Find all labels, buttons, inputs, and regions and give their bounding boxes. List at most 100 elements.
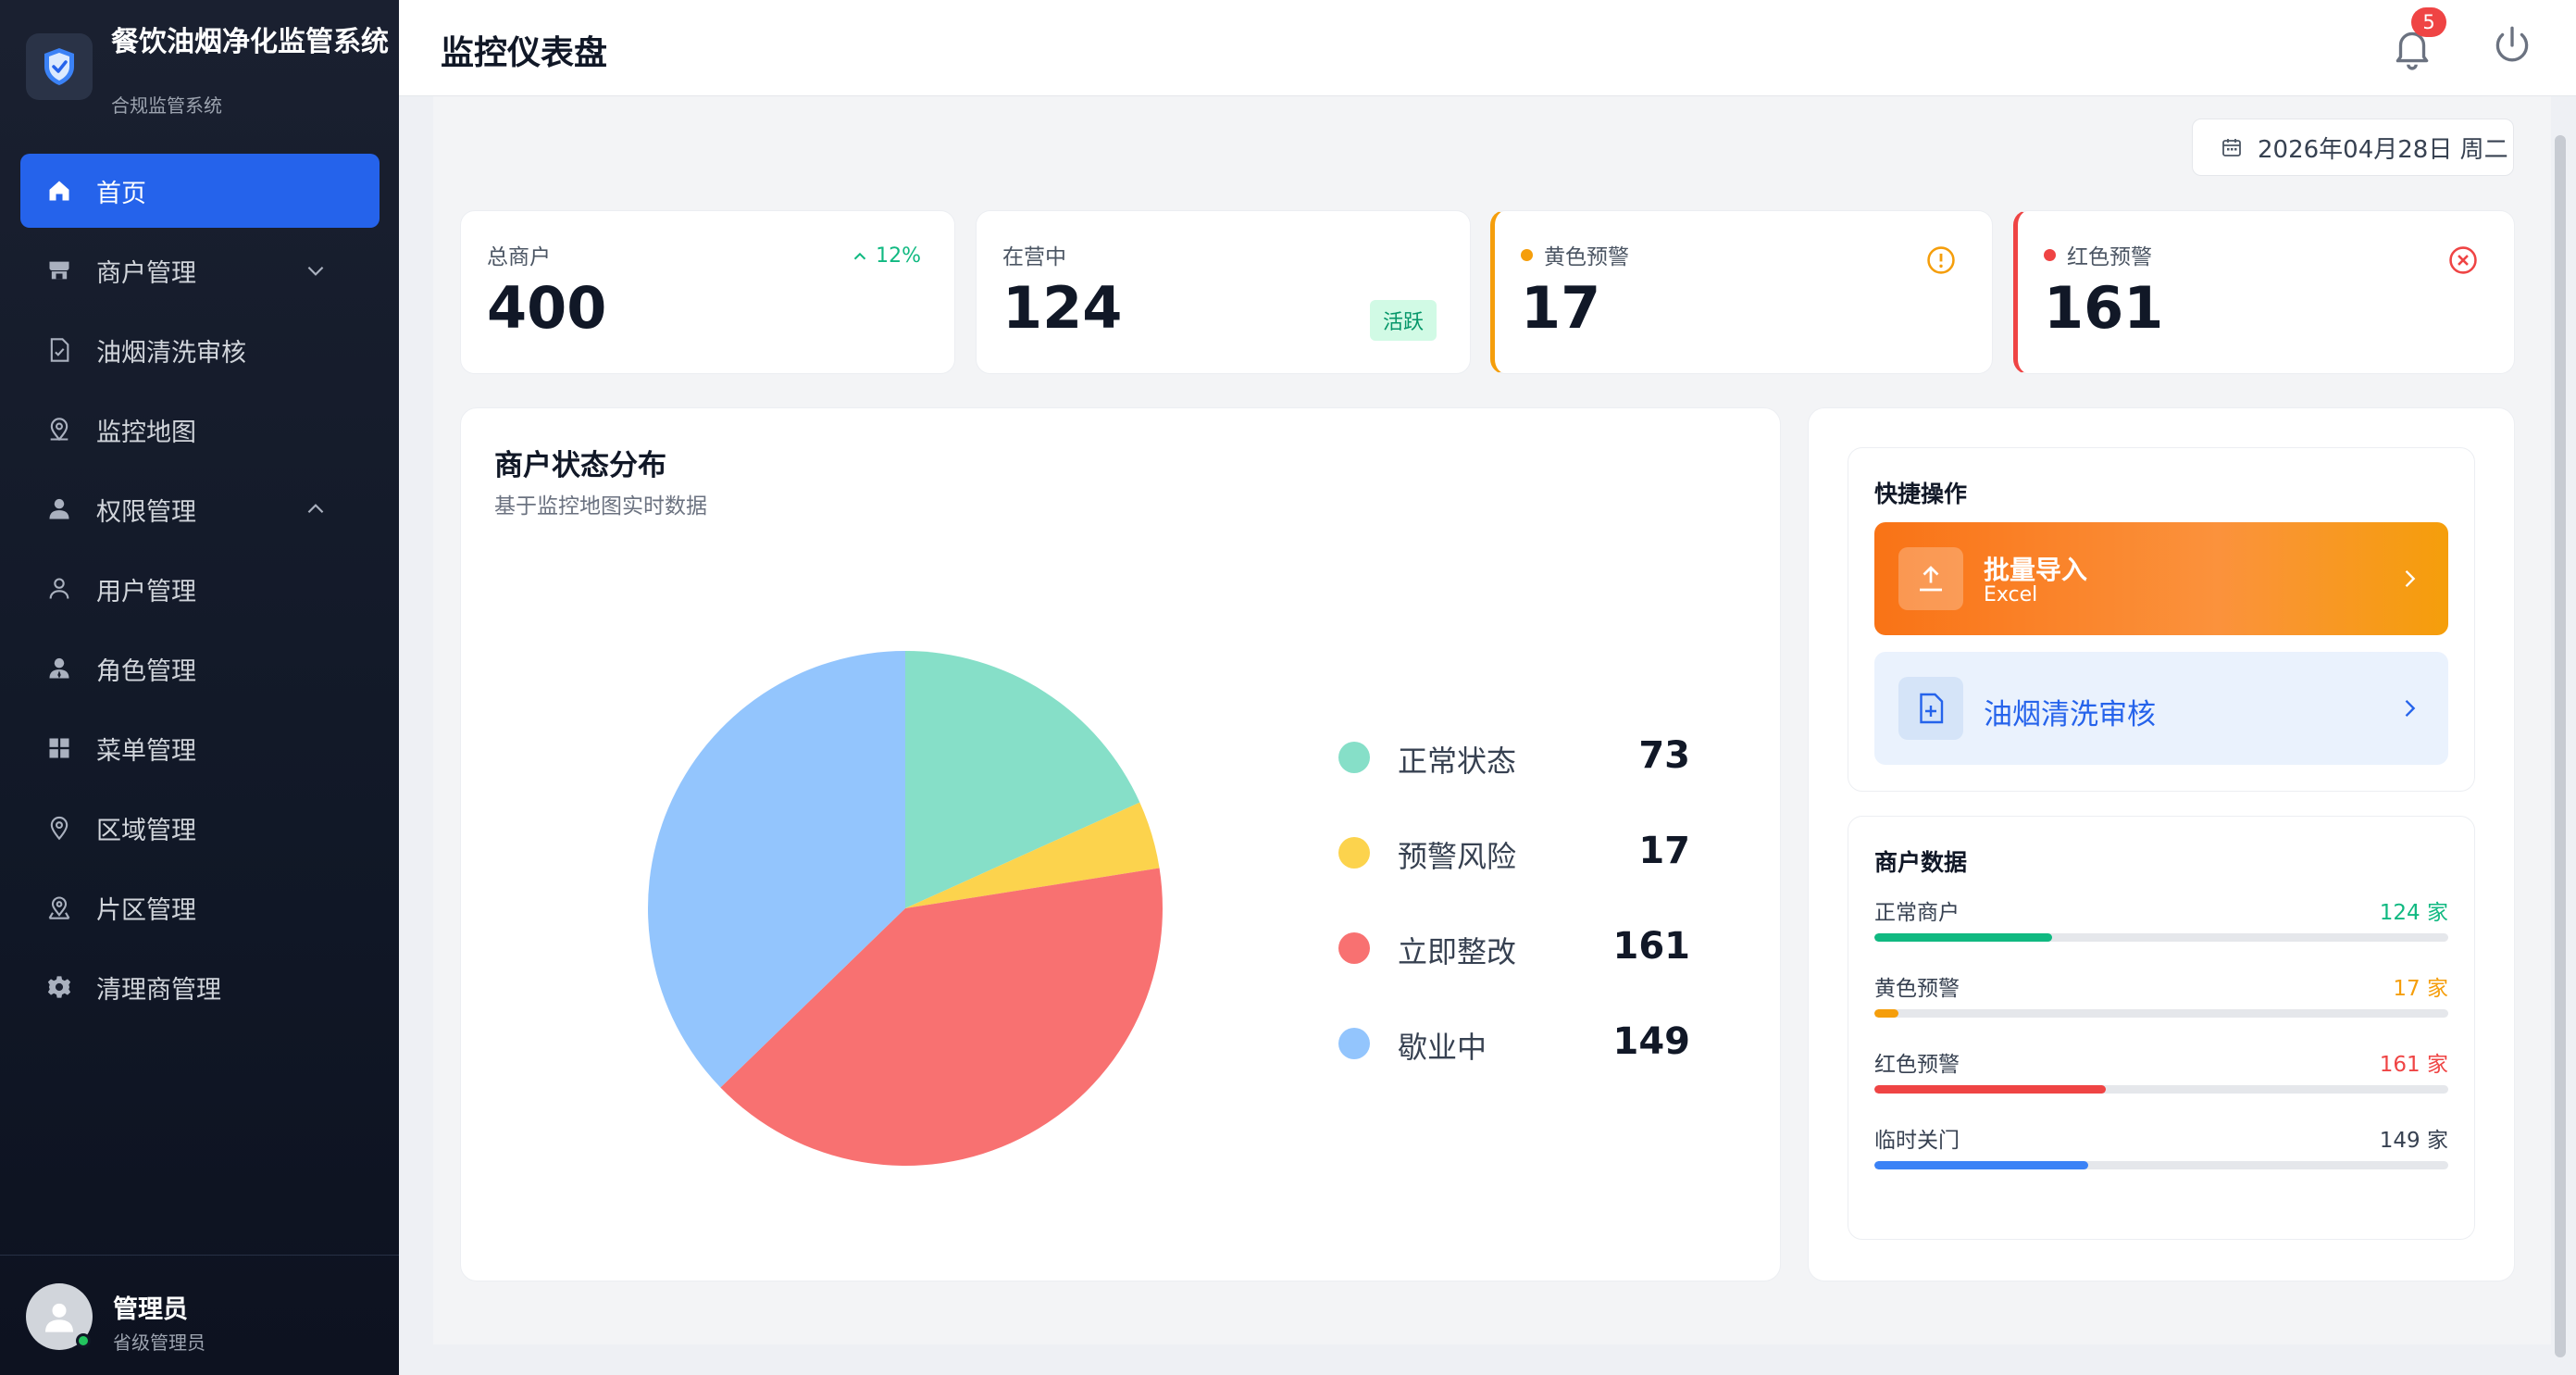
scrollbar[interactable] — [2555, 135, 2566, 1357]
map-pin-icon — [46, 417, 72, 443]
panel-title: 商户状态分布 — [494, 449, 666, 482]
error-circle-icon — [2449, 246, 2477, 274]
sidebar-item-label: 油烟清洗审核 — [96, 338, 246, 368]
user-profile[interactable]: 管理员 省级管理员 — [0, 1255, 399, 1375]
progress-fill — [1874, 1161, 2088, 1169]
stat-label: 在营中 — [1002, 245, 1066, 269]
user-role: 省级管理员 — [113, 1331, 205, 1354]
progress-track — [1874, 1009, 2448, 1018]
progress-track — [1874, 1161, 2448, 1169]
stat-card-total: 总商户 400 12% — [460, 210, 955, 374]
date-text: 2026年04月28日 周二 — [2258, 135, 2508, 164]
brand: 餐饮油烟净化监管系统 合规监管系统 — [26, 26, 389, 119]
home-icon — [46, 178, 72, 204]
sidebar-item-cleaning-audit[interactable]: 油烟清洗审核 — [20, 313, 380, 387]
legend-value: 17 — [1638, 830, 1690, 872]
batch-import-sub: Excel — [1984, 583, 2038, 606]
bar-value: 149 家 — [2379, 1129, 2448, 1153]
progress-track — [1874, 933, 2448, 942]
sidebar-item-label: 权限管理 — [96, 497, 196, 527]
store-icon — [46, 257, 72, 283]
bar-value: 17 家 — [2393, 977, 2448, 1001]
sidebar-item-cleaners[interactable]: 清理商管理 — [20, 950, 380, 1024]
sidebar-item-menus[interactable]: 菜单管理 — [20, 711, 380, 785]
bar-value: 161 家 — [2379, 1053, 2448, 1077]
batch-import-label: 批量导入 — [1984, 555, 2088, 585]
sidebar-item-regions[interactable]: 区域管理 — [20, 791, 380, 865]
sidebar-item-monitor-map[interactable]: 监控地图 — [20, 393, 380, 467]
merchant-data-card: 商户数据 正常商户 124 家黄色预警 17 家红色预警 161 家临时关门 149 家 — [1848, 816, 2475, 1240]
map-location-icon — [46, 894, 72, 920]
sidebar-item-label: 商户管理 — [96, 258, 196, 288]
sidebar-item-label: 菜单管理 — [96, 736, 196, 766]
app-title: 餐饮油烟净化监管系统 — [111, 26, 389, 58]
legend-label: 立即整改 — [1398, 934, 1517, 969]
bar-label: 正常商户 — [1874, 901, 1960, 925]
user-outline-icon — [46, 576, 72, 602]
panel-subtitle: 基于监控地图实时数据 — [494, 494, 707, 519]
chevron-right-icon — [2405, 700, 2416, 717]
sidebar-item-label: 区域管理 — [96, 816, 196, 845]
legend-value: 149 — [1612, 1020, 1691, 1063]
stat-card-yellow-warning: 黄色预警 17 — [1490, 210, 1993, 374]
merchant-data-row: 正常商户 124 家 — [1874, 894, 2448, 959]
sidebar-item-districts[interactable]: 片区管理 — [20, 870, 380, 944]
red-dot — [2044, 248, 2056, 261]
calendar-icon — [2222, 139, 2241, 156]
top-header: 监控仪表盘 5 — [399, 0, 2576, 96]
notification-badge: 5 — [2411, 7, 2446, 37]
stat-label: 黄色预警 — [1521, 239, 1629, 270]
sidebar-item-permissions[interactable]: 权限管理 — [20, 472, 380, 546]
stat-value: 124 — [1002, 274, 1123, 342]
sidebar-item-label: 用户管理 — [96, 577, 196, 606]
warning-icon — [1927, 246, 1955, 274]
legend-value: 73 — [1638, 734, 1690, 777]
sidebar-item-label: 片区管理 — [96, 895, 196, 925]
date-display: 2026年04月28日 周二 — [2192, 119, 2514, 176]
progress-fill — [1874, 1009, 1899, 1018]
merchant-data-row: 临时关门 149 家 — [1874, 1122, 2448, 1187]
trend-indicator: 12% — [850, 244, 921, 268]
stat-label-text: 黄色预警 — [1544, 245, 1629, 269]
sidebar-item-users[interactable]: 用户管理 — [20, 552, 380, 626]
distribution-panel: 商户状态分布 基于监控地图实时数据 正常状态 73 预警风险 17 立即整改 1… — [460, 407, 1781, 1281]
sidebar-item-roles[interactable]: 角色管理 — [20, 631, 380, 706]
stat-value: 161 — [2044, 274, 2164, 342]
stat-value: 400 — [487, 274, 607, 342]
merchant-data-title: 商户数据 — [1874, 849, 1968, 876]
stat-value: 17 — [1521, 274, 1601, 342]
bar-label: 红色预警 — [1874, 1053, 1960, 1077]
sidebar-item-home[interactable]: 首页 — [20, 154, 380, 228]
legend-item: 立即整改 161 — [1338, 914, 1690, 1009]
user-icon — [46, 496, 72, 522]
chevron-up-icon[interactable] — [304, 497, 328, 521]
batch-import-button[interactable]: 批量导入 Excel — [1874, 522, 2448, 635]
bar-label: 黄色预警 — [1874, 977, 1960, 1001]
chevron-down-icon[interactable] — [304, 258, 328, 282]
cleaning-audit-button[interactable]: 油烟清洗审核 — [1874, 652, 2448, 765]
legend-dot — [1338, 1028, 1370, 1059]
sidebar-item-label: 监控地图 — [96, 418, 196, 447]
avatar[interactable] — [26, 1283, 93, 1350]
merchant-data-row: 红色预警 161 家 — [1874, 1046, 2448, 1111]
progress-fill — [1874, 1085, 2106, 1094]
user-name: 管理员 — [113, 1295, 188, 1324]
cleaning-audit-label: 油烟清洗审核 — [1984, 698, 2156, 731]
app-subtitle: 合规监管系统 — [111, 94, 222, 117]
location-icon — [46, 815, 72, 841]
side-panel: 快捷操作 批量导入 Excel 油烟清洗审核 商户数据 正常商户 124 家黄色预… — [1808, 407, 2515, 1281]
legend-item: 歇业中 149 — [1338, 1009, 1690, 1105]
trend-up-icon — [853, 252, 866, 259]
legend-value: 161 — [1612, 925, 1691, 968]
quick-actions-card: 快捷操作 批量导入 Excel 油烟清洗审核 — [1848, 447, 2475, 792]
power-icon[interactable] — [2489, 22, 2535, 69]
stat-label: 红色预警 — [2044, 239, 2152, 270]
legend-dot — [1338, 837, 1370, 869]
chevron-right-icon — [2405, 570, 2416, 587]
online-status-indicator — [76, 1333, 91, 1348]
sidebar-item-merchants[interactable]: 商户管理 — [20, 233, 380, 307]
file-add-icon — [1898, 677, 1963, 740]
sidebar-nav: 首页 商户管理 油烟清洗审核 监控地图 权限管理 用户管理 角色管理 菜单管理 … — [20, 154, 380, 1030]
pie-chart — [648, 651, 1163, 1166]
stat-label: 总商户 — [487, 245, 551, 269]
